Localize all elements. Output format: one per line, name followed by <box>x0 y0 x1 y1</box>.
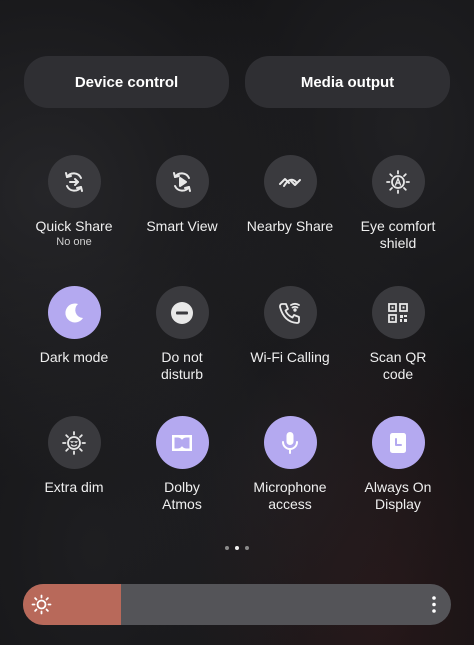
microphone-icon <box>282 431 298 454</box>
eye-comfort-toggle[interactable] <box>371 155 425 208</box>
always-on-display-label: Always On Display <box>364 479 432 512</box>
dark-mode-toggle[interactable] <box>47 286 101 339</box>
extra-dim-icon <box>62 430 86 455</box>
scan-qr-toggle[interactable] <box>371 286 425 339</box>
brightness-slider[interactable] <box>23 584 451 625</box>
wifi-calling-label: Wi-Fi Calling <box>250 349 330 365</box>
quick-share-label: Quick Share <box>35 218 113 234</box>
smart-view-toggle[interactable] <box>155 155 209 208</box>
eye-comfort-icon <box>386 169 410 194</box>
qr-code-icon <box>388 302 408 323</box>
dolby-icon <box>172 434 192 451</box>
media-output-button[interactable]: Media output <box>245 56 450 108</box>
do-not-disturb-label: Do not disturb <box>160 349 204 382</box>
dolby-atmos-toggle[interactable] <box>155 416 209 469</box>
tile-do-not-disturb[interactable]: Do not disturb <box>127 286 237 383</box>
microphone-access-toggle[interactable] <box>263 416 317 469</box>
always-on-display-toggle[interactable] <box>371 416 425 469</box>
sun-icon <box>31 594 52 615</box>
extra-dim-label: Extra dim <box>44 479 104 495</box>
page-indicator <box>0 546 474 550</box>
dark-mode-label: Dark mode <box>39 349 109 365</box>
do-not-disturb-toggle[interactable] <box>155 286 209 339</box>
tile-always-on-display[interactable]: Always On Display <box>343 416 453 513</box>
microphone-access-label: Microphone access <box>253 479 327 512</box>
tile-scan-qr-code[interactable]: Scan QR code <box>343 286 453 383</box>
scan-qr-label: Scan QR code <box>369 349 427 382</box>
tile-dolby-atmos[interactable]: Dolby Atmos <box>127 416 237 513</box>
nearby-share-label: Nearby Share <box>246 218 334 234</box>
quick-share-status: No one <box>56 236 92 248</box>
tile-eye-comfort-shield[interactable]: Eye comfort shield <box>343 155 453 252</box>
tile-wifi-calling[interactable]: Wi-Fi Calling <box>235 286 345 366</box>
page-dot-active <box>235 546 239 550</box>
quick-share-toggle[interactable] <box>47 155 101 208</box>
wifi-calling-icon <box>279 302 300 324</box>
wifi-calling-toggle[interactable] <box>263 286 317 339</box>
tile-microphone-access[interactable]: Microphone access <box>235 416 345 513</box>
smart-view-label: Smart View <box>146 218 218 234</box>
quick-share-icon <box>65 171 83 192</box>
do-not-disturb-icon <box>171 301 193 324</box>
smart-view-icon <box>173 171 191 192</box>
extra-dim-toggle[interactable] <box>47 416 101 469</box>
nearby-share-icon <box>279 177 301 187</box>
device-control-label: Device control <box>74 73 179 91</box>
clock-icon <box>390 432 406 453</box>
page-dot <box>225 546 229 550</box>
eye-comfort-label: Eye comfort shield <box>360 218 436 251</box>
device-control-button[interactable]: Device control <box>24 56 229 108</box>
nearby-share-toggle[interactable] <box>263 155 317 208</box>
page-dot <box>245 546 249 550</box>
media-output-label: Media output <box>300 73 395 91</box>
tile-dark-mode[interactable]: Dark mode <box>19 286 129 366</box>
dolby-atmos-label: Dolby Atmos <box>162 479 202 512</box>
tile-smart-view[interactable]: Smart View <box>127 155 237 235</box>
tile-nearby-share[interactable]: Nearby Share <box>235 155 345 235</box>
tile-extra-dim[interactable]: Extra dim <box>19 416 129 496</box>
tile-quick-share[interactable]: Quick Share No one <box>19 155 129 248</box>
more-vertical-icon[interactable] <box>427 594 441 615</box>
moon-icon <box>65 302 83 322</box>
